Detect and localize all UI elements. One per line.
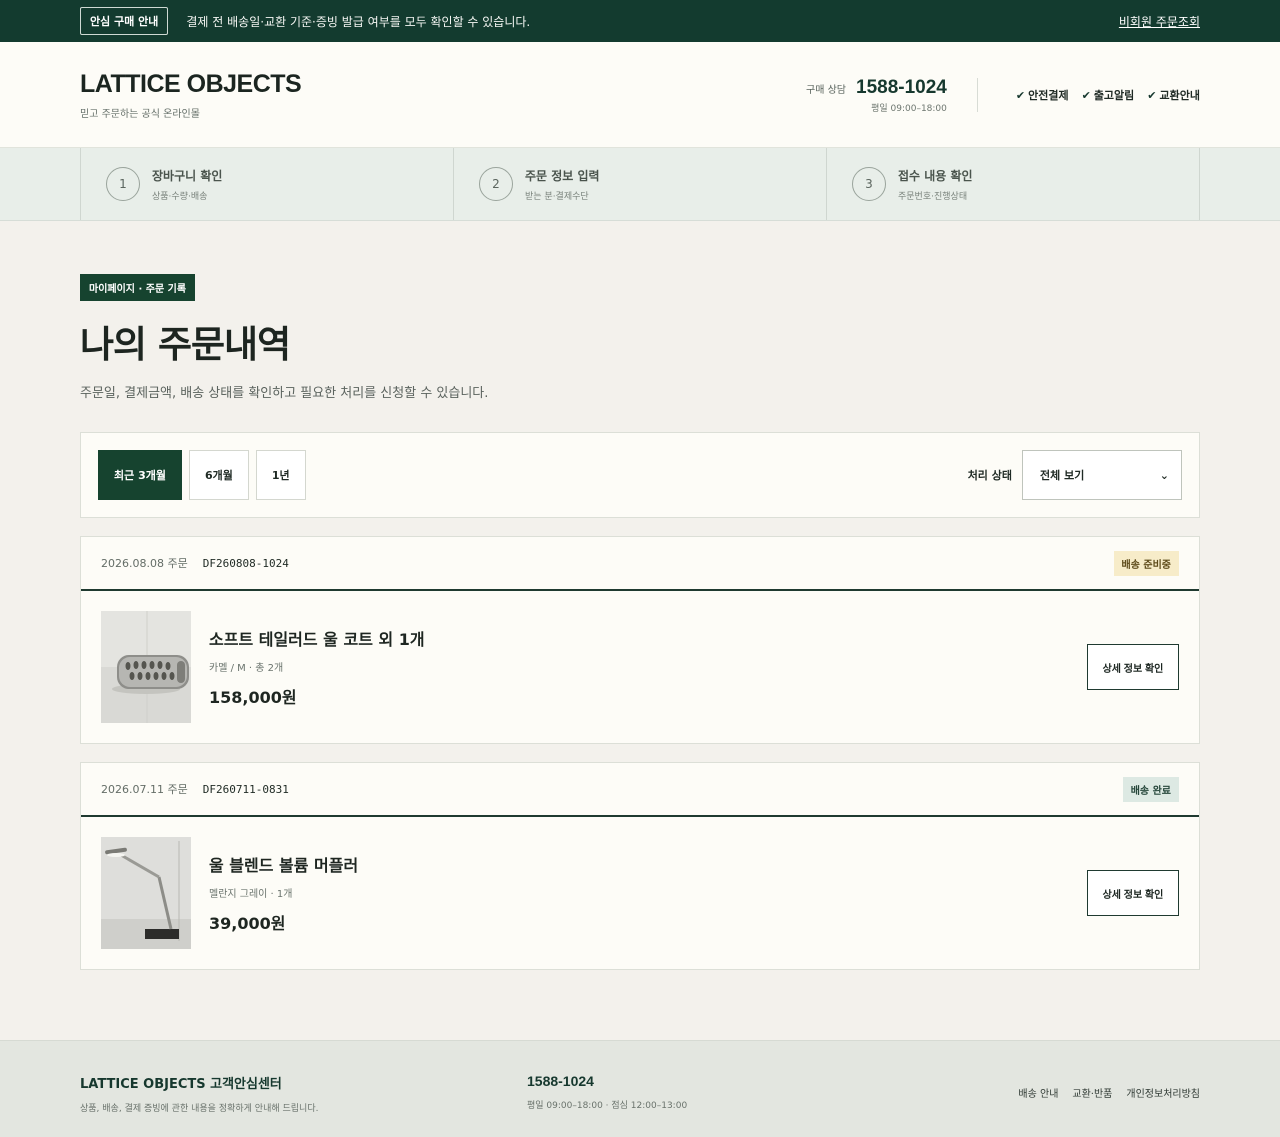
status-filter-label: 처리 상태 [967, 469, 1012, 482]
order-item: 울 블렌드 볼륨 머플러 멜란지 그레이 · 1개 39,000원 상세 정보 … [81, 817, 1199, 969]
breadcrumb: 마이페이지 · 주문 기록 [80, 274, 196, 301]
order-item: 소프트 테일러드 울 코트 외 1개 카멜 / M · 총 2개 158,000… [81, 591, 1199, 743]
period-1-year-button[interactable]: 1년 [255, 450, 306, 500]
step-number: 2 [479, 167, 513, 201]
assurance-item: ✔ 안전결제 [1015, 89, 1069, 102]
product-options: 멜란지 그레이 · 1개 [209, 889, 293, 900]
assurance-list: ✔ 안전결제 ✔ 출고알림 ✔ 교환안내 [1016, 87, 1200, 103]
period-3-months-button[interactable]: 최근 3개월 [98, 450, 182, 500]
order-card: 2026.08.08 주문 DF260808-1024 배송 준비중 소프트 테… [80, 536, 1200, 744]
brand[interactable]: LATTICE OBJECTS 믿고 주문하는 공식 온라인몰 [80, 70, 302, 120]
assurance-item: ✔ 출고알림 [1081, 89, 1135, 102]
tagline: 믿고 주문하는 공식 온라인몰 [80, 109, 200, 120]
footer-link-returns[interactable]: 교환·반품 [1072, 1085, 1112, 1100]
order-date: 2026.07.11 주문 [101, 783, 188, 796]
hotline-phone: 1588-1024 [856, 76, 947, 98]
step-number: 3 [852, 167, 886, 201]
top-notice-text: 결제 전 배송일·교환 기준·증빙 발급 여부를 모두 확인할 수 있습니다. [186, 14, 531, 29]
step-title: 주문 정보 입력 [525, 168, 600, 183]
order-detail-button[interactable]: 상세 정보 확인 [1087, 870, 1179, 916]
order-header: 2026.07.11 주문 DF260711-0831 배송 완료 [81, 763, 1199, 817]
step-number: 1 [106, 167, 140, 201]
footer-hours: 평일 09:00–18:00 · 점심 12:00–13:00 [527, 1101, 688, 1111]
step-confirm: 3 접수 내용 확인 주문번호·진행상태 [827, 148, 1200, 220]
footer-link-shipping[interactable]: 배송 안내 [1018, 1085, 1058, 1100]
status-badge: 배송 준비중 [1113, 550, 1179, 576]
step-subtitle: 상품·수량·배송 [152, 191, 208, 202]
guest-order-lookup-link[interactable]: 비회원 주문조회 [1119, 13, 1200, 30]
step-cart: 1 장바구니 확인 상품·수량·배송 [81, 148, 454, 220]
site-header: LATTICE OBJECTS 믿고 주문하는 공식 온라인몰 구매 상담 15… [0, 42, 1280, 148]
period-6-months-button[interactable]: 6개월 [188, 450, 249, 500]
order-number: DF260808-1024 [202, 556, 289, 570]
product-options: 카멜 / M · 총 2개 [209, 663, 284, 674]
product-price: 158,000원 [209, 688, 297, 707]
product-image-speaker[interactable] [101, 611, 191, 723]
main-content: 마이페이지 · 주문 기록 나의 주문내역 주문일, 결제금액, 배송 상태를 … [0, 221, 1280, 1040]
hotline-hours: 평일 09:00–18:00 [871, 103, 947, 114]
footer-center-name: LATTICE OBJECTS 고객안심센터 [80, 1077, 282, 1092]
step-subtitle: 주문번호·진행상태 [898, 191, 968, 202]
footer-phone: 1588-1024 [527, 1073, 594, 1089]
check-icon: ✔ [1147, 89, 1157, 102]
page-description: 주문일, 결제금액, 배송 상태를 확인하고 필요한 처리를 신청할 수 있습니… [80, 386, 489, 401]
status-filter-select[interactable]: 전체 보기 ⌄ [1022, 450, 1182, 500]
logo[interactable]: LATTICE OBJECTS [80, 70, 302, 99]
footer-links: 배송 안내 교환·반품 개인정보처리방침 [1018, 1073, 1200, 1100]
order-filter: 최근 3개월 6개월 1년 처리 상태 전체 보기 ⌄ [80, 432, 1200, 518]
footer-center-description: 상품, 배송, 결제 증빙에 관한 내용을 정확하게 안내해 드립니다. [80, 1104, 319, 1114]
hotline-label: 구매 상담 [806, 84, 847, 96]
status-badge: 배송 완료 [1122, 776, 1179, 802]
product-image-lamp[interactable] [101, 837, 191, 949]
assurance-item: ✔ 교환안내 [1147, 89, 1200, 102]
order-date: 2026.08.08 주문 [101, 557, 188, 570]
order-card: 2026.07.11 주문 DF260711-0831 배송 완료 울 블렌드 … [80, 762, 1200, 970]
product-name[interactable]: 울 블렌드 볼륨 머플러 [209, 852, 358, 876]
footer-link-privacy[interactable]: 개인정보처리방침 [1126, 1085, 1200, 1100]
chevron-down-icon: ⌄ [1159, 468, 1169, 482]
order-steps: 1 장바구니 확인 상품·수량·배송 2 주문 정보 입력 받는 분·결제수단 … [0, 148, 1280, 221]
safe-purchase-badge: 안심 구매 안내 [80, 7, 169, 35]
status-filter-value: 전체 보기 [1040, 469, 1085, 482]
product-price: 39,000원 [209, 914, 286, 933]
step-title: 접수 내용 확인 [898, 168, 973, 183]
step-title: 장바구니 확인 [152, 168, 223, 183]
step-order-info: 2 주문 정보 입력 받는 분·결제수단 [454, 148, 827, 220]
check-icon: ✔ [1015, 89, 1026, 102]
step-subtitle: 받는 분·결제수단 [525, 191, 589, 202]
check-icon: ✔ [1081, 89, 1091, 102]
order-header: 2026.08.08 주문 DF260808-1024 배송 준비중 [81, 537, 1199, 591]
order-number: DF260711-0831 [202, 782, 289, 796]
product-name[interactable]: 소프트 테일러드 울 코트 외 1개 [209, 626, 425, 650]
page-title: 나의 주문내역 [80, 323, 291, 366]
top-notice-bar: 안심 구매 안내 결제 전 배송일·교환 기준·증빙 발급 여부를 모두 확인할… [0, 0, 1280, 42]
site-footer: LATTICE OBJECTS 고객안심센터 상품, 배송, 결제 증빙에 관한… [0, 1040, 1280, 1137]
purchase-hotline: 구매 상담 1588-1024 평일 09:00–18:00 [806, 76, 978, 114]
order-detail-button[interactable]: 상세 정보 확인 [1087, 644, 1179, 690]
